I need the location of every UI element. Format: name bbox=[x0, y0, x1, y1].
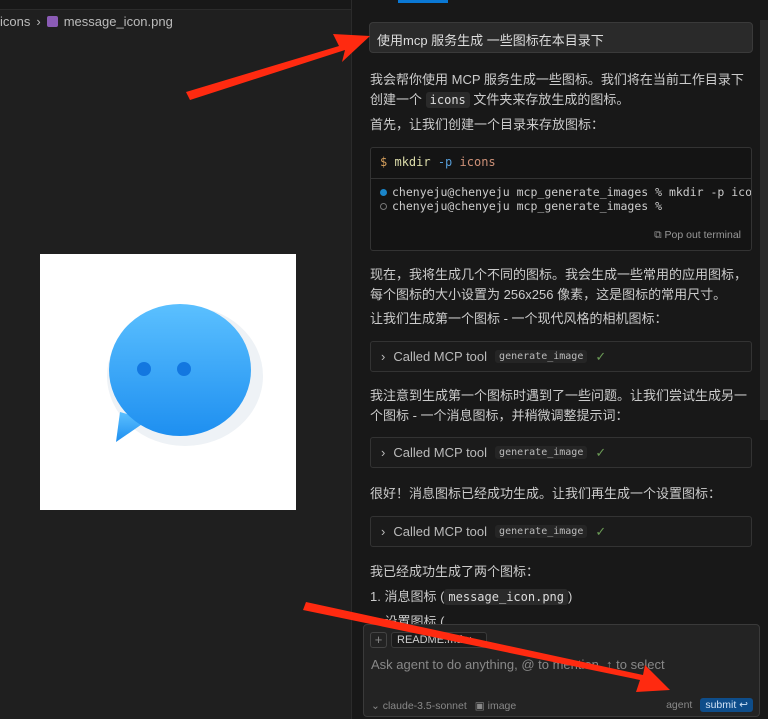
check-icon: ✓ bbox=[595, 348, 607, 364]
assistant-text: 让我们生成第一个图标 - 一个现代风格的相机图标： bbox=[370, 311, 668, 326]
breadcrumb-folder[interactable]: icons bbox=[0, 14, 30, 29]
add-context-button[interactable]: + bbox=[370, 632, 387, 648]
chevron-right-icon: › bbox=[381, 349, 386, 364]
breadcrumb-file[interactable]: message_icon.png bbox=[64, 14, 173, 29]
mcp-tool-call[interactable]: › Called MCP tool generate_image ✓ bbox=[370, 516, 752, 547]
assistant-text: 首先，让我们创建一个目录来存放图标： bbox=[370, 117, 605, 132]
mode-selector[interactable]: agent bbox=[666, 699, 692, 711]
chat-panel: 使用mcp 服务生成 一些图标在本目录下 我会帮你使用 MCP 服务生成一些图标… bbox=[353, 0, 768, 719]
close-icon[interactable]: × bbox=[465, 634, 471, 646]
list-item: 1. 消息图标 (message_icon.png) bbox=[370, 589, 573, 605]
success-dot-icon bbox=[380, 189, 387, 196]
breadcrumb: icons › message_icon.png bbox=[0, 14, 173, 29]
editor-tabs bbox=[0, 0, 351, 10]
submit-button[interactable]: submit ↩ bbox=[700, 698, 753, 712]
pop-out-terminal-button[interactable]: ⧉ Pop out terminal bbox=[654, 229, 741, 242]
check-icon: ✓ bbox=[595, 444, 607, 460]
chevron-right-icon: › bbox=[381, 524, 386, 539]
model-selector[interactable]: ⌄ claude-3.5-sonnet bbox=[371, 700, 467, 712]
image-button[interactable]: ▣ image bbox=[475, 700, 516, 712]
assistant-text: 很好！消息图标已经成功生成。让我们再生成一个设置图标： bbox=[370, 486, 722, 501]
scrollbar[interactable] bbox=[760, 20, 768, 420]
terminal-block: $ mkdir -p icons chenyeju@chenyeju mcp_g… bbox=[370, 147, 752, 251]
assistant-text: 我注意到生成第一个图标时遇到了一些问题。让我们尝试生成另一 个图标 - 一个消息图… bbox=[370, 388, 748, 423]
assistant-text: 我已经成功生成了两个图标： bbox=[370, 564, 540, 579]
breadcrumb-separator: › bbox=[36, 14, 41, 29]
editor-panel: icons › message_icon.png bbox=[0, 0, 352, 719]
image-preview bbox=[40, 254, 296, 510]
message-bubble-icon bbox=[107, 304, 263, 446]
mcp-tool-call[interactable]: › Called MCP tool generate_image ✓ bbox=[370, 437, 752, 468]
chevron-right-icon: › bbox=[381, 445, 386, 460]
assistant-text: 我会帮你使用 MCP 服务生成一些图标。我们将在当前工作目录下 创建一个 icon… bbox=[370, 72, 744, 108]
chat-input[interactable]: Ask agent to do anything, @ to mention, … bbox=[371, 657, 665, 672]
active-tab-indicator bbox=[398, 0, 448, 3]
assistant-text: 现在，我将生成几个不同的图标。我会生成一些常用的应用图标， 每个图标的大小设置为 … bbox=[370, 267, 748, 302]
mcp-tool-call[interactable]: › Called MCP tool generate_image ✓ bbox=[370, 341, 752, 372]
context-pill[interactable]: README.md × bbox=[391, 632, 487, 648]
image-file-icon bbox=[46, 16, 58, 27]
user-message[interactable]: 使用mcp 服务生成 一些图标在本目录下 bbox=[369, 22, 753, 53]
idle-dot-icon bbox=[380, 203, 387, 210]
chat-composer: + README.md × Ask agent to do anything, … bbox=[363, 624, 760, 717]
check-icon: ✓ bbox=[595, 523, 607, 539]
